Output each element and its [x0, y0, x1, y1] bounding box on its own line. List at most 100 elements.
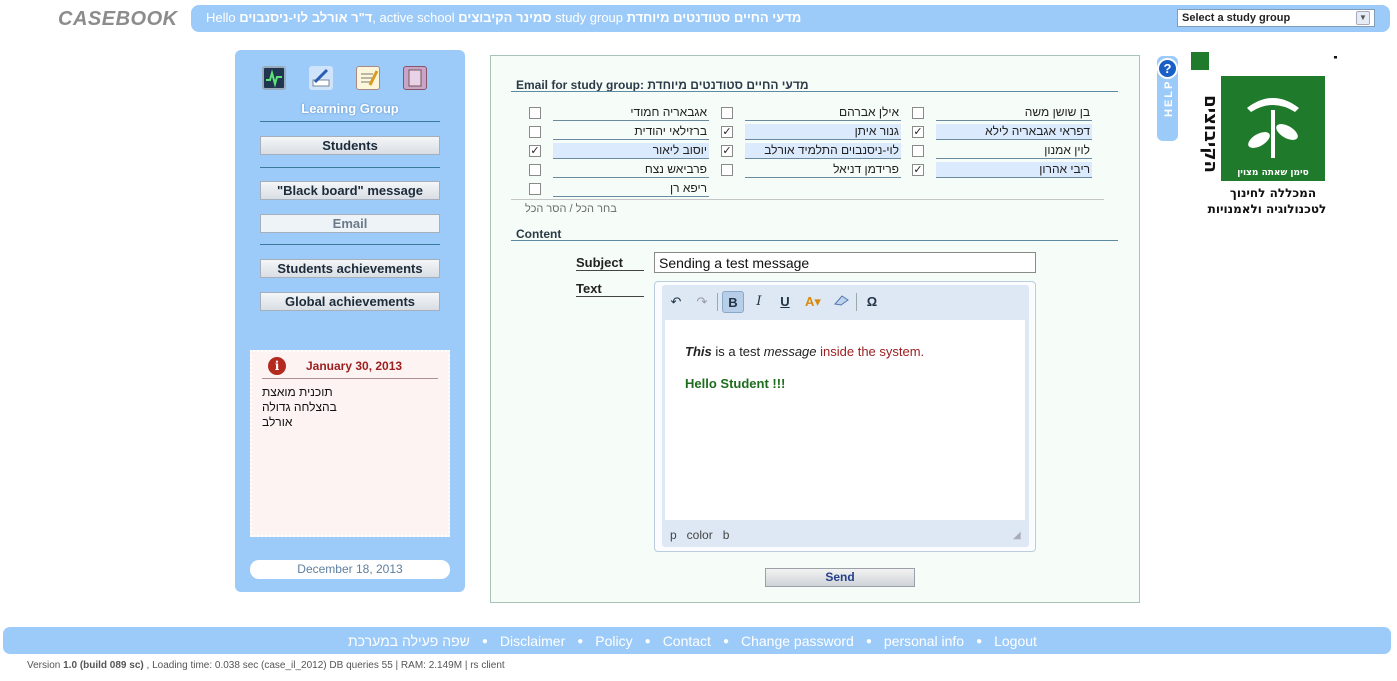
student-name: גנור איתן [745, 123, 901, 140]
global-achievements-button[interactable]: Global achievements [260, 292, 440, 311]
student-checkbox[interactable] [912, 106, 924, 119]
pen-edit-icon[interactable] [309, 66, 333, 90]
student-row: אגבאריה חמודי [529, 104, 709, 121]
student-checkbox[interactable] [529, 182, 541, 195]
editor-line-1: This is a test message inside the system… [685, 344, 924, 359]
special-char-icon[interactable]: Ω [861, 291, 883, 313]
student-checkbox[interactable]: ✓ [529, 144, 541, 157]
footer-link[interactable]: Change password [741, 633, 854, 649]
student-checkbox[interactable] [529, 106, 541, 119]
study-group-label: study group [555, 10, 624, 25]
svg-text:לטכנולוגיה ולאמנויות: לטכנולוגיה ולאמנויות [1208, 202, 1327, 216]
student-row: ✓ גנור איתן [721, 123, 901, 140]
editor-line-2: Hello Student !!! [685, 376, 786, 391]
subject-input[interactable] [654, 252, 1036, 273]
group-name: מדעי החיים סטודנטים מיוחדת [626, 10, 802, 25]
divider [511, 199, 1104, 200]
student-name: בן שושן משה [936, 105, 1092, 121]
editor-red-text: inside the system. [816, 344, 925, 359]
toolbar-separator [856, 293, 857, 311]
help-label: HELP [1163, 79, 1175, 117]
student-checkbox[interactable]: ✓ [912, 125, 924, 138]
text-color-icon[interactable]: A▾ [800, 291, 826, 313]
divider [260, 244, 440, 245]
version-number: 1.0 (build 089 sc) [63, 660, 144, 671]
email-title-group: מדעי החיים סטודנטים מיוחדת [647, 78, 809, 92]
notice-text: תוכנית מואצת בהצלחה גדולה אורלב [262, 385, 337, 429]
deselect-all-link[interactable]: הסר הכל [525, 203, 566, 215]
students-achievements-button[interactable]: Students achievements [260, 259, 440, 278]
email-button[interactable]: Email [260, 214, 440, 233]
student-checkbox[interactable] [529, 125, 541, 138]
footer-link[interactable]: שפה פעילה במערכת [348, 633, 470, 649]
select-all-link[interactable]: בחר הכל [576, 203, 617, 215]
footer-separator: ● [865, 635, 872, 647]
student-name: דפראי אגבאריה לילא [936, 123, 1092, 140]
student-checkbox[interactable] [721, 106, 733, 119]
bold-icon[interactable]: B [722, 291, 744, 313]
undo-icon[interactable]: ↶ [665, 291, 687, 313]
user-name: ד"ר אורלב לוי-ניסנבוים [239, 10, 373, 25]
student-name: יוסוב ליאור [553, 142, 709, 159]
footer-link[interactable]: Logout [994, 633, 1037, 649]
divider [511, 240, 1118, 241]
study-group-select[interactable]: Select a study group ▼ [1177, 9, 1375, 27]
text-label: Text [576, 281, 644, 297]
student-name: לוין אמנון [936, 143, 1092, 159]
student-row: לוין אמנון [912, 142, 1092, 159]
subject-label: Subject [576, 255, 644, 271]
resize-handle-icon[interactable]: ◢ [1013, 530, 1021, 541]
app-logo: CASEBOOK [58, 8, 178, 30]
svg-text:הקיבוצים: הקיבוצים [1200, 95, 1221, 173]
footer-link[interactable]: Contact [663, 633, 711, 649]
divider [260, 167, 440, 168]
redo-icon[interactable]: ↷ [691, 291, 713, 313]
activity-monitor-icon[interactable] [262, 66, 286, 90]
help-icon[interactable]: ? [1157, 58, 1178, 79]
footer-separator: ● [644, 635, 651, 647]
notepad-icon[interactable] [356, 66, 380, 90]
student-name: אגבאריה חמודי [553, 105, 709, 121]
student-checkbox[interactable]: ✓ [912, 163, 924, 176]
svg-text:המכללה לחינוך: המכללה לחינוך [1230, 186, 1316, 200]
student-checkbox[interactable] [912, 144, 924, 157]
select-links: בחר הכל / הסר הכל [525, 203, 617, 215]
student-row: פרביאש נצח [529, 161, 709, 178]
student-checkbox[interactable]: ✓ [721, 144, 733, 157]
book-icon[interactable] [403, 66, 427, 90]
underline-icon[interactable]: U [774, 291, 796, 313]
editor-italic-bold: This [685, 344, 712, 359]
editor-plain: is a test [711, 344, 764, 359]
footer-link[interactable]: Policy [595, 633, 632, 649]
student-checkbox[interactable]: ✓ [721, 125, 733, 138]
sidebar-icon-row [262, 66, 427, 90]
student-row: ✓ ריבי אהרון [912, 161, 1092, 178]
student-checkbox[interactable] [721, 163, 733, 176]
divider [260, 121, 440, 122]
student-row: ✓ לוי-ניסנבוים התלמיד אורלב [721, 142, 901, 159]
select-separator: / [569, 203, 573, 215]
student-row: ✓ יוסוב ליאור [529, 142, 709, 159]
sidebar-footer-date: December 18, 2013 [250, 560, 450, 579]
chevron-down-icon: ▼ [1356, 11, 1370, 25]
student-name: אילן אברהם [745, 105, 901, 121]
student-row: אילן אברהם [721, 104, 901, 121]
student-row: פרידמן דניאל [721, 161, 901, 178]
blackboard-message-button[interactable]: "Black board" message [260, 181, 440, 200]
editor-toolbar: ↶ ↷ B I U A▾ Ω [665, 290, 885, 314]
active-school-label: , active school [372, 10, 455, 25]
footer-link[interactable]: personal info [884, 633, 964, 649]
student-name: ברזילאי יהודית [553, 124, 709, 140]
school-name: סמינר הקיבוצים [458, 10, 552, 25]
students-button[interactable]: Students [260, 136, 440, 155]
send-button[interactable]: Send [765, 568, 915, 587]
footer-separator: ● [976, 635, 983, 647]
divider [262, 378, 438, 379]
footer-links: שפה פעילה במערכת ● Disclaimer ● Policy ● Conta… [348, 633, 1037, 649]
divider [511, 91, 1118, 92]
student-row: ✓ דפראי אגבאריה לילא [912, 123, 1092, 140]
eraser-icon[interactable] [830, 291, 852, 313]
student-checkbox[interactable] [529, 163, 541, 176]
footer-link[interactable]: Disclaimer [500, 633, 565, 649]
italic-icon[interactable]: I [748, 291, 770, 313]
